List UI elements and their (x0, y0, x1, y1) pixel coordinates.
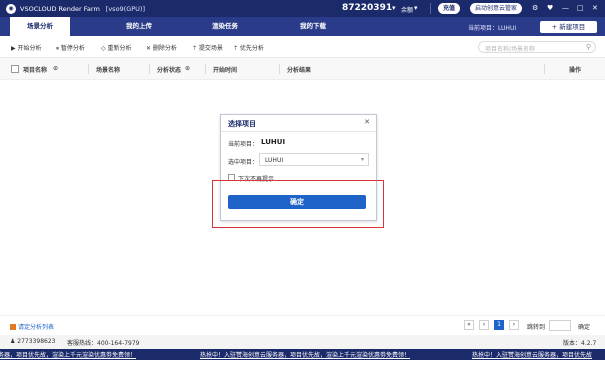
version-tag: [vso9(GPU)] (105, 4, 145, 13)
refresh-list-link[interactable]: 请定分析列表 (10, 322, 54, 331)
column-start-time: 开始时间 (213, 67, 238, 74)
app-logo-icon: ◉ (6, 3, 16, 14)
current-project-value: LUHUI (261, 138, 286, 146)
qq-contact: ♟ 2773398623 (10, 338, 55, 345)
jump-page-input[interactable] (549, 320, 571, 331)
close-icon[interactable]: ✕ (592, 3, 598, 14)
column-scene-name: 场景名称 (96, 67, 121, 74)
pagination-bar: 请定分析列表 « ‹ 1 › 跳转到 确定 (0, 315, 605, 335)
search-placeholder: 项目名称/场景名称 (485, 46, 536, 53)
service-hotline: 客服热线：400-164-7979 (67, 340, 140, 347)
refresh-list-label: 请定分析列表 (18, 324, 55, 331)
gear-icon[interactable]: ⚙ (532, 3, 538, 14)
project-filter-icon[interactable]: ⊙ (53, 65, 58, 72)
status-filter-icon[interactable]: ⊙ (185, 65, 190, 72)
pause-analysis-button[interactable]: ⏸ 暂停分析 (56, 43, 85, 53)
launch-manager-button[interactable]: 启动创意云管家 (470, 3, 523, 14)
chevron-down-icon[interactable]: ▾ (361, 156, 364, 163)
column-action: 操作 (569, 67, 582, 74)
tab-scene-analysis[interactable]: 场景分析 (10, 17, 70, 36)
highlight-box (212, 180, 384, 228)
column-divider (544, 64, 545, 74)
minimize-icon[interactable]: — (562, 3, 569, 14)
ticker-item[interactable]: 务器，项目优先故，渲染上千元渲染优惠劵免费领！ (0, 350, 136, 359)
column-project-name[interactable]: 项目名称 (23, 65, 47, 74)
page-number-button[interactable]: 1 (494, 320, 504, 330)
project-select[interactable]: LUHUI ▾ (259, 153, 369, 166)
heart-icon[interactable]: ♥ (547, 3, 553, 14)
ticker-item[interactable]: 热抢中！入驻赞海创意云服务器，项目优先故 (472, 350, 592, 359)
current-project-label: 当前项目： (228, 141, 259, 148)
jump-to-label: 跳转到 (527, 324, 546, 331)
column-analysis-result: 分析结果 (287, 67, 312, 74)
new-project-button[interactable]: + 新建项目 (540, 21, 597, 33)
tab-my-downloads[interactable]: 我的下载 (283, 17, 343, 36)
next-page-button[interactable]: › (509, 320, 519, 330)
select-all-checkbox[interactable] (11, 65, 19, 73)
delete-analysis-button[interactable]: ✕ 删除分析 (146, 43, 177, 52)
title-bar: ◉ VSOCLOUD Render Farm [vso9(GPU)] 87220… (0, 0, 605, 17)
account-id[interactable]: 87220391 (342, 3, 392, 13)
maximize-icon[interactable]: □ (577, 3, 584, 14)
qq-number: 2773398623 (17, 338, 56, 345)
column-divider (279, 64, 280, 74)
selected-project-label: 选中项目： (228, 159, 259, 166)
tab-my-uploads[interactable]: 我的上传 (109, 17, 169, 36)
restart-analysis-button[interactable]: ◇ 重新分析 (101, 43, 132, 52)
search-input[interactable]: 项目名称/场景名称 ⚲ (478, 41, 596, 53)
tab-render-tasks[interactable]: 渲染任务 (195, 17, 255, 36)
column-analysis-status[interactable]: 分析状态 (157, 65, 181, 74)
search-icon[interactable]: ⚲ (586, 43, 591, 51)
column-divider (205, 64, 206, 74)
account-dropdown-icon[interactable]: ▾ (392, 3, 396, 14)
start-analysis-button[interactable]: ▶ 开始分析 (11, 43, 42, 52)
prev-page-button[interactable]: ‹ (479, 320, 489, 330)
table-header: 项目名称 ⊙ 场景名称 分析状态 ⊙ 开始时间 分析结果 操作 (0, 58, 605, 80)
app-name: VSOCLOUD Render Farm (20, 4, 100, 13)
titlebar-divider (430, 3, 431, 14)
promo-ticker: 务器，项目优先故，渲染上千元渲染优惠劵免费领！ 热抢中！入驻赞海创意云服务器，项… (0, 349, 605, 360)
dialog-title: 选择项目 (228, 120, 256, 128)
balance-menu[interactable]: 余额 (401, 5, 413, 14)
submit-scene-button[interactable]: ⇡ 提交场景 (192, 43, 223, 52)
project-select-value: LUHUI (265, 157, 284, 164)
footer-bar: ♟ 2773398623 客服热线：400-164-7979 版本：4.2.7 (0, 335, 605, 349)
priority-analysis-button[interactable]: ⇡ 优先分析 (233, 43, 264, 52)
action-toolbar: ▶ 开始分析 ⏸ 暂停分析 ◇ 重新分析 ✕ 删除分析 ⇡ 提交场景 ⇡ 优先分… (0, 36, 605, 58)
recharge-button[interactable]: 充值 (438, 3, 461, 14)
first-page-button[interactable]: « (464, 320, 474, 330)
version-text: 版本：4.2.7 (563, 340, 597, 347)
dialog-divider (221, 131, 376, 132)
refresh-icon (10, 324, 16, 330)
column-divider (149, 64, 150, 74)
column-divider (88, 64, 89, 74)
current-project-selector[interactable]: 当前项目：LUHUI (468, 23, 516, 32)
jump-confirm-button[interactable]: 确定 (578, 322, 590, 331)
ticker-item[interactable]: 热抢中！入驻赞海创意云服务器，项目优先故，渲染上千元渲染优惠劵免费领！ (200, 350, 410, 359)
balance-dropdown-icon[interactable]: ▾ (414, 3, 418, 14)
main-tab-bar: 场景分析 我的上传 渲染任务 我的下载 当前项目：LUHUI + 新建项目 (0, 17, 605, 36)
dialog-close-icon[interactable]: ✕ (364, 118, 370, 126)
